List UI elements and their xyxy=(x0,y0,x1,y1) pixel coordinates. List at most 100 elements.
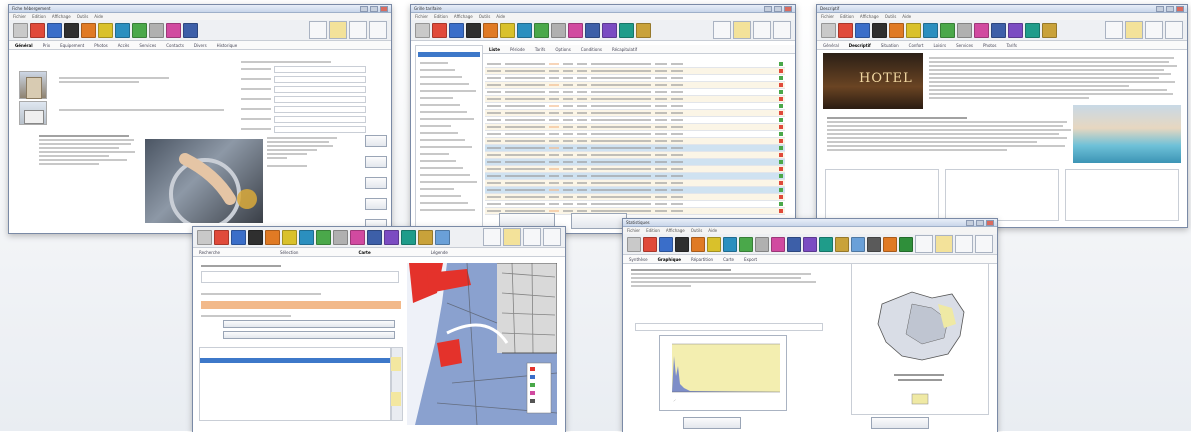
close-button[interactable] xyxy=(986,219,994,226)
tab[interactable]: Loisirs xyxy=(934,43,947,48)
menu-item[interactable]: Affichage xyxy=(860,14,879,19)
table-row[interactable] xyxy=(485,124,785,131)
tab[interactable]: Synthèse xyxy=(629,257,648,262)
text-field[interactable] xyxy=(274,76,366,83)
row-status-icon[interactable] xyxy=(779,160,783,164)
toolbar-icon[interactable] xyxy=(855,22,870,38)
tree-item[interactable] xyxy=(420,160,456,162)
text-field[interactable] xyxy=(274,66,366,73)
toolbar-icon[interactable] xyxy=(889,22,904,38)
toolbar-icon[interactable] xyxy=(974,22,989,38)
toolbar-icon[interactable] xyxy=(675,236,689,252)
tree-item[interactable] xyxy=(420,97,453,99)
table-row[interactable] xyxy=(485,89,785,96)
row-status-icon[interactable] xyxy=(779,167,783,171)
toolbar-large-icon[interactable] xyxy=(523,228,541,246)
text-area[interactable] xyxy=(1065,169,1179,221)
toolbar-icon[interactable] xyxy=(449,22,464,38)
toolbar-large-icon[interactable] xyxy=(975,235,993,253)
menu-item[interactable]: Fichier xyxy=(627,228,640,233)
toolbar-large-icon[interactable] xyxy=(369,21,387,39)
tab[interactable]: Carte xyxy=(723,257,734,262)
toolbar-icon[interactable] xyxy=(47,22,62,38)
toolbar-icon[interactable] xyxy=(838,22,853,38)
tree-item[interactable] xyxy=(420,174,470,176)
tab[interactable]: Situation xyxy=(881,43,899,48)
tree-item[interactable] xyxy=(420,188,454,190)
action-button[interactable] xyxy=(223,320,395,328)
street-map[interactable] xyxy=(407,263,557,425)
row-status-icon[interactable] xyxy=(779,174,783,178)
tree-item[interactable] xyxy=(420,90,476,92)
minimize-button[interactable] xyxy=(764,5,772,12)
tree-item[interactable] xyxy=(420,69,455,71)
tab[interactable]: Prix xyxy=(43,43,50,48)
row-status-icon[interactable] xyxy=(779,153,783,157)
tab[interactable]: Tarifs xyxy=(535,47,545,52)
close-button[interactable] xyxy=(784,5,792,12)
toolbar-large-icon[interactable] xyxy=(915,235,933,253)
tab[interactable]: Période xyxy=(510,47,525,52)
text-field[interactable] xyxy=(274,96,366,103)
action-button[interactable] xyxy=(223,331,395,339)
toolbar-icon[interactable] xyxy=(517,22,532,38)
row-status-icon[interactable] xyxy=(779,69,783,73)
toolbar-icon[interactable] xyxy=(183,22,198,38)
row-status-icon[interactable] xyxy=(779,111,783,115)
tree-item[interactable] xyxy=(420,104,460,106)
maximize-button[interactable] xyxy=(1166,5,1174,12)
toolbar-icon[interactable] xyxy=(415,22,430,38)
toolbar-icon[interactable] xyxy=(384,229,399,245)
action-button[interactable] xyxy=(871,417,929,429)
toolbar-icon[interactable] xyxy=(132,22,147,38)
row-status-icon[interactable] xyxy=(779,125,783,129)
tree-item[interactable] xyxy=(420,146,472,148)
tree-item[interactable] xyxy=(420,118,474,120)
toolbar-icon[interactable] xyxy=(619,22,634,38)
tree-item[interactable] xyxy=(420,209,475,211)
tree-selected-item[interactable] xyxy=(418,52,480,57)
minimize-button[interactable] xyxy=(1156,5,1164,12)
tab[interactable]: Conditions xyxy=(581,47,602,52)
toolbar-large-icon[interactable] xyxy=(955,235,973,253)
tree-item[interactable] xyxy=(420,62,448,64)
toolbar-icon[interactable] xyxy=(602,22,617,38)
minimize-button[interactable] xyxy=(360,5,368,12)
row-status-icon[interactable] xyxy=(779,90,783,94)
maximize-button[interactable] xyxy=(774,5,782,12)
toolbar-large-icon[interactable] xyxy=(483,228,501,246)
toolbar-icon[interactable] xyxy=(803,236,817,252)
toolbar-icon[interactable] xyxy=(500,22,515,38)
toolbar-large-icon[interactable] xyxy=(349,21,367,39)
toolbar-icon[interactable] xyxy=(98,22,113,38)
tab[interactable]: Options xyxy=(555,47,570,52)
table-row[interactable] xyxy=(485,61,785,68)
row-status-icon[interactable] xyxy=(779,146,783,150)
tree-item[interactable] xyxy=(420,125,451,127)
toolbar-icon[interactable] xyxy=(149,22,164,38)
tab[interactable]: Confort xyxy=(909,43,924,48)
text-field[interactable] xyxy=(274,116,366,123)
toolbar-large-icon[interactable] xyxy=(329,21,347,39)
close-button[interactable] xyxy=(1176,5,1184,12)
toolbar-icon[interactable] xyxy=(367,229,382,245)
toolbar-icon[interactable] xyxy=(899,236,913,252)
side-button[interactable] xyxy=(365,135,387,147)
toolbar-icon[interactable] xyxy=(957,22,972,38)
toolbar-icon[interactable] xyxy=(13,22,28,38)
row-status-icon[interactable] xyxy=(779,97,783,101)
tab[interactable]: Historique xyxy=(217,43,238,48)
toolbar-icon[interactable] xyxy=(64,22,79,38)
toolbar-icon[interactable] xyxy=(1008,22,1023,38)
toolbar-large-icon[interactable] xyxy=(1105,21,1123,39)
tree-item[interactable] xyxy=(420,132,458,134)
menu-item[interactable]: Edition xyxy=(646,228,660,233)
toolbar-icon[interactable] xyxy=(923,22,938,38)
toolbar-icon[interactable] xyxy=(821,22,836,38)
tab[interactable]: Recherche xyxy=(199,250,220,255)
action-button[interactable] xyxy=(571,213,627,229)
toolbar-icon[interactable] xyxy=(248,229,263,245)
menu-item[interactable]: Affichage xyxy=(454,14,473,19)
toolbar-icon[interactable] xyxy=(115,22,130,38)
tree-item[interactable] xyxy=(420,202,468,204)
